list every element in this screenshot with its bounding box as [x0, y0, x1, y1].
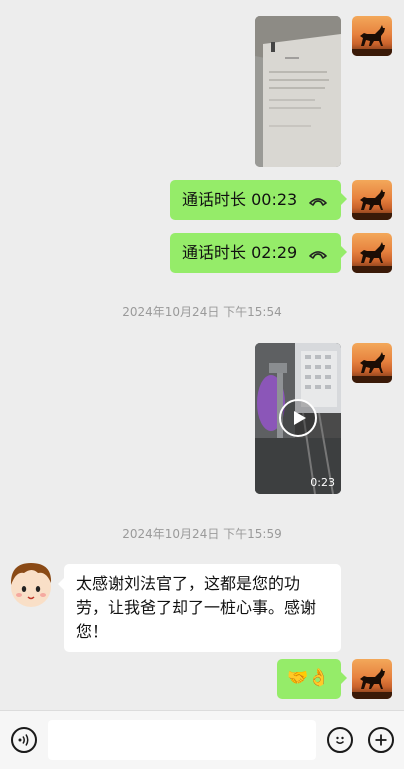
- phone-hangup-icon: [309, 197, 328, 206]
- horse-avatar-icon[interactable]: [352, 180, 392, 220]
- received-message-bubble[interactable]: 太感谢刘法官了，这都是您的功劳，让我爸了却了一桩心事。感谢您！: [58, 564, 341, 652]
- call-duration-bubble[interactable]: 通话时长 00:23: [170, 180, 347, 220]
- video-duration: 0:23: [310, 476, 335, 489]
- voice-icon[interactable]: [11, 727, 37, 753]
- horse-avatar-icon[interactable]: [352, 16, 392, 56]
- plus-icon[interactable]: [368, 727, 394, 753]
- chat-input-bar: [0, 710, 404, 769]
- video-message[interactable]: 0:23: [255, 343, 341, 494]
- message-timestamp: 2024年10月24日 下午15:54: [122, 305, 282, 319]
- call-duration-text: 通话时长 00:23: [182, 190, 298, 209]
- horse-avatar-icon[interactable]: [352, 233, 392, 273]
- play-icon[interactable]: [279, 399, 317, 437]
- received-message-text: 太感谢刘法官了，这都是您的功劳，让我爸了却了一桩心事。感谢您！: [76, 574, 317, 641]
- horse-avatar-icon[interactable]: [352, 343, 392, 383]
- emoji-icon[interactable]: [327, 727, 353, 753]
- emoji-message-bubble[interactable]: 🤝👌: [277, 659, 347, 699]
- phone-hangup-icon: [309, 250, 328, 259]
- document-photo-thumbnail: [255, 16, 341, 167]
- cartoon-boy-avatar-icon[interactable]: [4, 557, 58, 611]
- emoji-message-text: 🤝👌: [287, 668, 330, 688]
- message-input[interactable]: [48, 720, 316, 760]
- message-timestamp: 2024年10月24日 下午15:59: [122, 527, 282, 541]
- call-duration-text: 通话时长 02:29: [182, 243, 298, 262]
- call-duration-bubble[interactable]: 通话时长 02:29: [170, 233, 347, 273]
- photo-message[interactable]: [255, 16, 341, 167]
- horse-avatar-icon[interactable]: [352, 659, 392, 699]
